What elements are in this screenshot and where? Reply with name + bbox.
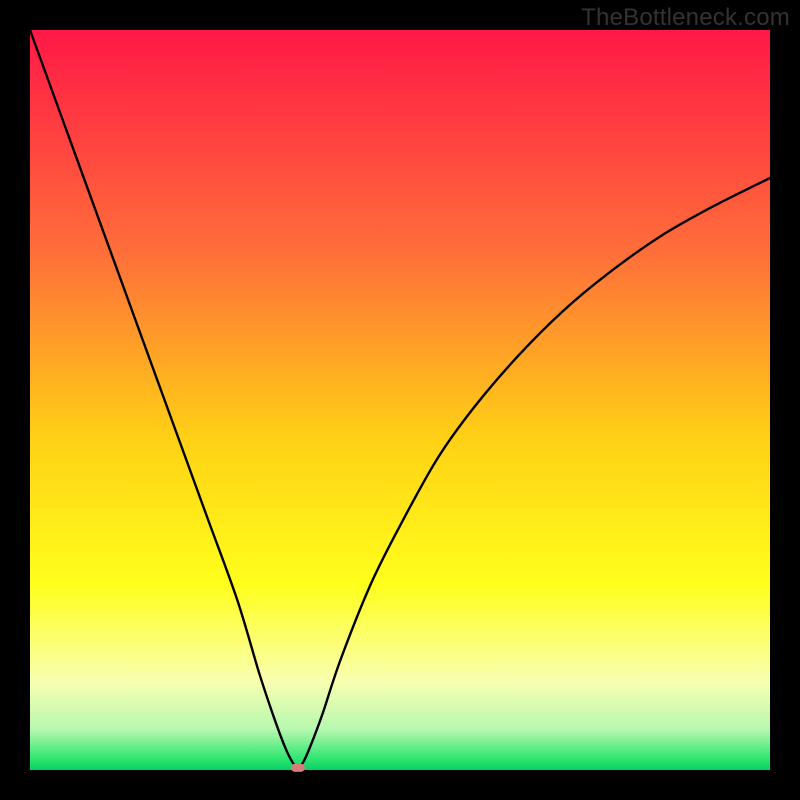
plot-area xyxy=(30,30,770,770)
optimal-point-marker xyxy=(291,764,305,772)
watermark-text: TheBottleneck.com xyxy=(581,4,790,32)
chart-frame: TheBottleneck.com xyxy=(0,0,800,800)
bottleneck-chart xyxy=(0,0,800,800)
